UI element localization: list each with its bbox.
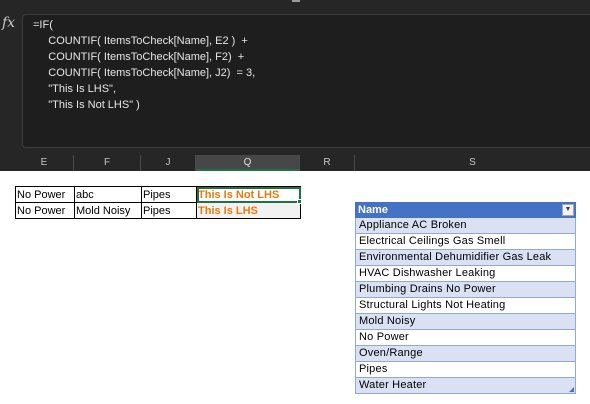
table-resize-handle[interactable] [569, 387, 574, 392]
list-item[interactable]: HVAC Dishwasher Leaking [355, 266, 576, 282]
cell-e3[interactable]: No Power [15, 202, 75, 219]
list-item[interactable]: No Power [355, 330, 576, 346]
list-item[interactable]: Plumbing Drains No Power [355, 282, 576, 298]
cell-e2[interactable]: No Power [15, 186, 75, 203]
formula-area: fx =IF( COUNTIF( ItemsToCheck[Name], E2 … [0, 0, 590, 171]
column-header-e[interactable]: E [15, 155, 74, 171]
formula-line: =IF( [33, 19, 53, 31]
table-row: No Power Mold Noisy Pipes This Is LHS [15, 202, 301, 219]
cell-f2[interactable]: abc [74, 186, 142, 203]
list-item[interactable]: Electrical Ceilings Gas Smell [355, 234, 576, 250]
list-item[interactable]: Pipes [355, 362, 576, 378]
list-item[interactable]: Oven/Range [355, 346, 576, 362]
list-item[interactable]: Mold Noisy [355, 314, 576, 330]
cell-j2[interactable]: Pipes [141, 186, 197, 203]
list-item[interactable]: Structural Lights Not Heating [355, 298, 576, 314]
table-header[interactable]: Name ▼ [355, 202, 576, 218]
data-range: No Power abc Pipes This Is Not LHS No Po… [15, 186, 301, 219]
column-headers: E F J Q R S [0, 155, 590, 171]
formula-text[interactable]: =IF( COUNTIF( ItemsToCheck[Name], E2 ) +… [33, 17, 255, 113]
cell-j3[interactable]: Pipes [141, 202, 197, 219]
column-header-f[interactable]: F [74, 155, 141, 171]
formula-line: "This Is Not LHS" ) [33, 99, 140, 111]
column-header-q[interactable]: Q [196, 155, 300, 171]
list-item-label: Water Heater [359, 379, 427, 391]
formula-line: COUNTIF( ItemsToCheck[Name], E2 ) + [33, 35, 248, 47]
cell-q2[interactable]: This Is Not LHS [196, 186, 301, 203]
window-title-fragment [292, 0, 300, 2]
table-header-label: Name [358, 204, 388, 216]
formula-line: COUNTIF( ItemsToCheck[Name], J2) = 3, [33, 67, 256, 79]
list-item[interactable]: Water Heater [355, 378, 576, 394]
formula-line: COUNTIF( ItemsToCheck[Name], F2) + [33, 51, 245, 63]
items-to-check-table: Name ▼ Appliance AC Broken Electrical Ce… [355, 202, 576, 394]
column-header-s[interactable]: S [355, 155, 590, 171]
list-item[interactable]: Environmental Dehumidifier Gas Leak [355, 250, 576, 266]
list-item[interactable]: Appliance AC Broken [355, 218, 576, 234]
fill-handle[interactable] [297, 199, 302, 204]
table-row: No Power abc Pipes This Is Not LHS [15, 186, 301, 203]
formula-line: "This Is LHS", [33, 83, 116, 95]
cell-q3[interactable]: This Is LHS [196, 202, 301, 219]
cell-f3[interactable]: Mold Noisy [74, 202, 142, 219]
column-header-r[interactable]: R [300, 155, 355, 171]
column-header-j[interactable]: J [141, 155, 196, 171]
chevron-down-icon[interactable]: ▼ [562, 204, 574, 216]
insert-function-icon[interactable]: fx [0, 14, 17, 32]
